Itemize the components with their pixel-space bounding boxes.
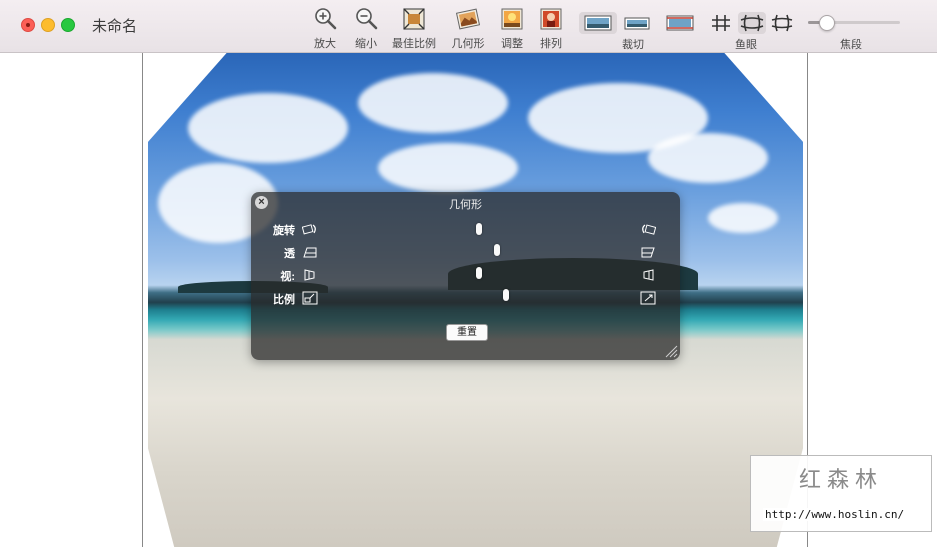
fisheye-segmented-control (708, 12, 794, 34)
fisheye-strong-icon[interactable] (771, 14, 793, 32)
arrange-button[interactable]: 排列 (535, 6, 567, 50)
rotate-right-icon[interactable] (640, 222, 656, 236)
zoom-in-label: 放大 (314, 38, 336, 50)
perspective-horizontal-slider-knob[interactable] (494, 244, 500, 256)
document-edge-left (142, 53, 143, 547)
watermark-logo: 红森林 http://www.hoslin.cn/ (750, 455, 932, 532)
zoom-out-label: 缩小 (355, 38, 377, 50)
reset-button[interactable]: 重置 (446, 324, 488, 341)
best-fit-icon (403, 8, 425, 30)
perspective-label-2: 视: (280, 271, 295, 283)
best-fit-label: 最佳比例 (392, 38, 436, 50)
arrange-icon (540, 8, 562, 30)
perspective-horizontal-left-icon[interactable] (302, 245, 318, 259)
zoom-window-button[interactable] (61, 18, 75, 32)
cloud (358, 73, 508, 133)
adjust-icon (501, 8, 523, 30)
perspective-label-1: 透 (284, 248, 295, 260)
panel-title: 几何形 (449, 199, 482, 211)
perspective-vertical-right-icon[interactable] (640, 268, 656, 282)
fisheye-none-icon[interactable] (712, 15, 730, 31)
arrange-label: 排列 (540, 38, 562, 50)
adjust-label: 调整 (501, 38, 523, 50)
zoom-out-icon (356, 8, 378, 30)
cloud (708, 203, 778, 233)
focal-slider-knob[interactable] (819, 15, 836, 31)
minimize-window-button[interactable] (41, 18, 55, 32)
geometry-button[interactable]: 几何形 (449, 6, 487, 50)
crop-original-icon[interactable] (584, 15, 612, 31)
geometry-label: 几何形 (451, 38, 485, 50)
cloud (648, 133, 768, 183)
rotate-left-icon[interactable] (302, 222, 318, 236)
perspective-vertical-slider-knob[interactable] (476, 267, 482, 279)
crop-label: 裁切 (622, 39, 644, 51)
zoom-in-button[interactable]: 放大 (307, 6, 343, 50)
cloud (378, 143, 518, 193)
scale-up-icon[interactable] (640, 291, 656, 305)
watermark-brand: 红森林 (798, 468, 883, 493)
close-window-button[interactable] (21, 18, 35, 32)
perspective-horizontal-right-icon[interactable] (640, 245, 656, 259)
canvas-area: × 几何形 旋转 透 视: 比例 重置 红森林 http://www.hosli… (0, 53, 937, 547)
geometry-panel: × 几何形 旋转 透 视: 比例 重置 (251, 192, 680, 360)
resize-grip-icon[interactable] (662, 342, 678, 358)
focal-label: 焦段 (840, 39, 862, 51)
scale-slider-knob[interactable] (503, 289, 509, 301)
toolbar: 未命名 放大 缩小 最佳比例 几何形 调整 排列 裁切 鱼眼 焦段 (0, 0, 937, 53)
window-title: 未命名 (92, 18, 138, 35)
rotate-slider-knob[interactable] (476, 223, 482, 235)
scale-label: 比例 (273, 294, 295, 306)
watermark-url: http://www.hoslin.cn/ (763, 508, 907, 521)
adjust-button[interactable]: 调整 (496, 6, 528, 50)
zoom-out-button[interactable]: 缩小 (348, 6, 384, 50)
crop-wide-icon[interactable] (666, 15, 694, 31)
cloud (188, 93, 348, 163)
rotate-label: 旋转 (273, 225, 295, 237)
crop-segmented-control (579, 12, 699, 34)
crop-fill-icon[interactable] (624, 17, 650, 30)
scale-down-icon[interactable] (302, 291, 318, 305)
best-fit-button[interactable]: 最佳比例 (389, 6, 439, 50)
perspective-vertical-left-icon[interactable] (302, 268, 318, 282)
geometry-icon (455, 8, 481, 30)
zoom-in-icon (315, 8, 337, 30)
fisheye-label: 鱼眼 (735, 39, 757, 51)
